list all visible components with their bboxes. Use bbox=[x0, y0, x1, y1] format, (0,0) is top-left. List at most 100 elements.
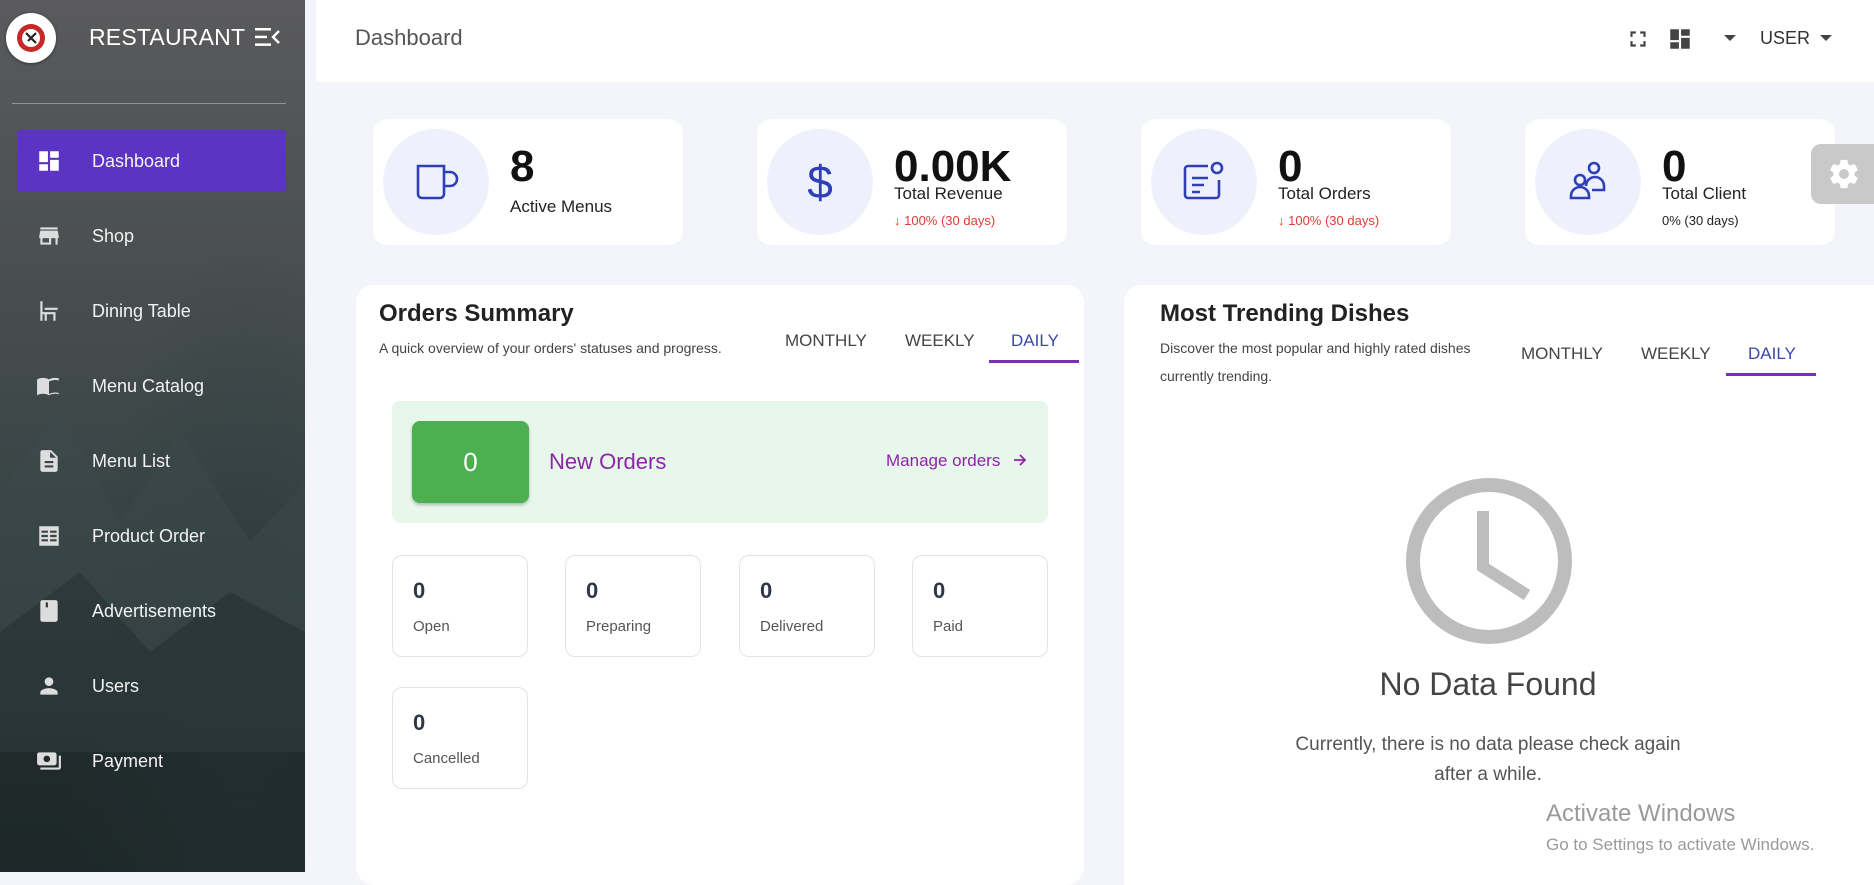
gear-icon bbox=[1830, 159, 1858, 189]
status-card-preparing[interactable]: 0 Preparing bbox=[565, 555, 701, 657]
brand-name: RESTAURANT bbox=[89, 24, 246, 50]
fullscreen-icon[interactable] bbox=[1625, 26, 1651, 57]
status-card-delivered[interactable]: 0 Delivered bbox=[739, 555, 875, 657]
status-label: Cancelled bbox=[413, 750, 480, 767]
user-menu-chevron-icon[interactable] bbox=[1816, 30, 1836, 51]
svg-text:$: $ bbox=[807, 156, 833, 208]
sidebar-item-label: Shop bbox=[92, 226, 135, 246]
order-card-icon bbox=[1151, 129, 1257, 235]
chevron-down-icon[interactable] bbox=[1720, 30, 1740, 51]
document-icon bbox=[40, 450, 58, 472]
dining-table-icon bbox=[40, 301, 58, 321]
no-data-line1: Currently, there is no data please check… bbox=[1295, 734, 1681, 755]
status-value: 0 bbox=[413, 578, 426, 603]
settings-tab[interactable] bbox=[1811, 144, 1874, 204]
status-value: 0 bbox=[760, 578, 773, 603]
sidebar-item-label: Advertisements bbox=[92, 601, 217, 621]
status-label: Open bbox=[413, 618, 450, 635]
sidebar-item-label: Product Order bbox=[92, 526, 206, 546]
sidebar-item-dashboard[interactable]: Dashboard bbox=[17, 130, 286, 192]
stat-label: Total Orders bbox=[1278, 184, 1371, 203]
clock-icon bbox=[1406, 478, 1572, 644]
layout-grid-icon[interactable] bbox=[1667, 26, 1693, 57]
stat-card-total-revenue: $ 0.00K Total Revenue ↓ 100% (30 days) bbox=[757, 119, 1067, 245]
menu-book-icon bbox=[37, 377, 59, 396]
status-card-paid[interactable]: 0 Paid bbox=[912, 555, 1048, 657]
manage-orders-label: Manage orders bbox=[886, 451, 1001, 470]
list-icon bbox=[39, 526, 59, 546]
trending-title: Most Trending Dishes bbox=[1160, 300, 1410, 327]
bookmark-icon bbox=[40, 600, 58, 622]
status-value: 0 bbox=[933, 578, 946, 603]
new-orders-banner: 0 New Orders Manage orders bbox=[392, 401, 1048, 523]
dollar-icon: $ bbox=[767, 129, 873, 235]
trending-subtitle-line1: Discover the most popular and highly rat… bbox=[1160, 340, 1471, 356]
new-orders-count[interactable]: 0 bbox=[412, 421, 529, 503]
trending-tab-active-indicator bbox=[1726, 373, 1816, 376]
tab-weekly[interactable]: WEEKLY bbox=[905, 331, 975, 351]
restaurant-logo[interactable] bbox=[6, 13, 56, 63]
orders-summary-subtitle: A quick overview of your orders' statuse… bbox=[379, 340, 722, 356]
trending-tab-weekly[interactable]: WEEKLY bbox=[1641, 344, 1711, 364]
dashboard-icon bbox=[39, 151, 59, 171]
sidebar-item-product-order[interactable]: Product Order bbox=[17, 505, 286, 567]
user-menu[interactable]: USER bbox=[1760, 28, 1810, 49]
status-card-cancelled[interactable]: 0 Cancelled bbox=[392, 687, 528, 789]
new-orders-label: New Orders bbox=[549, 449, 667, 474]
windows-watermark-text: Go to Settings to activate Windows. bbox=[1546, 835, 1815, 854]
cup-icon bbox=[383, 129, 489, 235]
stat-change: ↓ 100% (30 days) bbox=[1278, 213, 1380, 228]
no-data-message: Currently, there is no data please check… bbox=[1268, 730, 1708, 790]
sidebar-item-payment[interactable]: Payment bbox=[17, 730, 286, 792]
sidebar-item-users[interactable]: Users bbox=[17, 655, 286, 717]
menu-collapse-icon[interactable] bbox=[255, 26, 281, 48]
orders-summary-title: Orders Summary bbox=[379, 300, 574, 327]
stat-value: 8 bbox=[510, 142, 535, 191]
sidebar-item-label: Menu Catalog bbox=[92, 376, 205, 396]
tab-active-indicator bbox=[989, 360, 1079, 363]
sidebar-item-menu-list[interactable]: Menu List bbox=[17, 430, 286, 492]
stat-label: Total Client bbox=[1662, 184, 1747, 203]
tab-monthly[interactable]: MONTHLY bbox=[785, 331, 867, 351]
sidebar-item-label: Menu List bbox=[92, 451, 171, 471]
stat-card-active-menus: 8 Active Menus bbox=[373, 119, 683, 245]
sidebar-item-label: Dashboard bbox=[92, 151, 181, 171]
status-value: 0 bbox=[413, 710, 426, 735]
brand-divider bbox=[12, 103, 286, 104]
sidebar-item-advertisements[interactable]: Advertisements bbox=[17, 580, 286, 642]
stat-card-total-orders: 0 Total Orders ↓ 100% (30 days) bbox=[1141, 119, 1451, 245]
sidebar-item-dining-table[interactable]: Dining Table bbox=[17, 280, 286, 342]
stat-change: 0% (30 days) bbox=[1662, 213, 1739, 228]
no-data-line2: after a while. bbox=[1434, 764, 1542, 785]
sidebar-item-label: Users bbox=[92, 676, 140, 696]
manage-orders-link[interactable]: Manage orders bbox=[886, 451, 1027, 471]
trending-tab-monthly[interactable]: MONTHLY bbox=[1521, 344, 1603, 364]
no-data-title: No Data Found bbox=[1379, 666, 1597, 702]
tab-daily[interactable]: DAILY bbox=[1011, 331, 1059, 351]
payment-icon bbox=[37, 752, 61, 770]
status-value: 0 bbox=[586, 578, 599, 603]
brand: RESTAURANT bbox=[0, 0, 305, 78]
status-label: Preparing bbox=[586, 618, 652, 635]
top-bar: Dashboard USER bbox=[316, 0, 1874, 82]
status-label: Delivered bbox=[760, 618, 824, 635]
stat-card-total-client: 0 Total Client 0% (30 days) bbox=[1525, 119, 1835, 245]
stat-label: Total Revenue bbox=[894, 184, 1003, 203]
sidebar-item-label: Payment bbox=[92, 751, 164, 771]
status-label: Paid bbox=[933, 618, 964, 635]
sidebar-item-shop[interactable]: Shop bbox=[17, 205, 286, 267]
status-card-open[interactable]: 0 Open bbox=[392, 555, 528, 657]
arrow-right-icon bbox=[1014, 454, 1027, 466]
windows-watermark-title: Activate Windows bbox=[1546, 800, 1736, 827]
stat-label: Active Menus bbox=[510, 197, 613, 216]
sidebar: RESTAURANT Dashboard Shop Dining Table M… bbox=[0, 0, 305, 872]
page-title: Dashboard bbox=[355, 25, 463, 50]
user-icon bbox=[40, 677, 58, 695]
shop-icon bbox=[39, 227, 59, 245]
stat-change: ↓ 100% (30 days) bbox=[894, 213, 996, 228]
sidebar-item-label: Dining Table bbox=[92, 301, 191, 321]
clients-icon bbox=[1535, 129, 1641, 235]
trending-tab-daily[interactable]: DAILY bbox=[1748, 344, 1796, 364]
sidebar-item-menu-catalog[interactable]: Menu Catalog bbox=[17, 355, 286, 417]
trending-subtitle-line2: currently trending. bbox=[1160, 368, 1273, 384]
